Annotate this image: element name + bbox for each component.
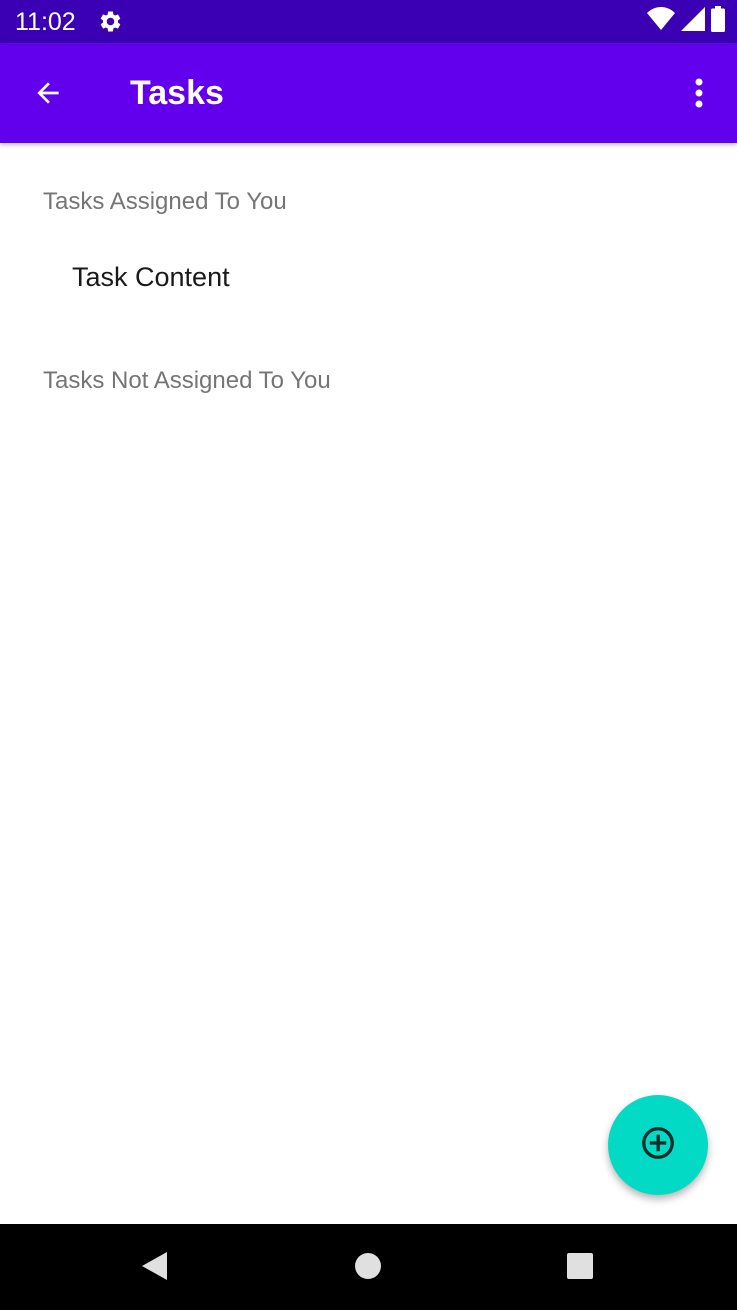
arrow-back-icon (32, 77, 64, 114)
tasks-screen: 11:02 Tasks Tasks Assigned To You Task C… (0, 0, 737, 1310)
nav-recents-icon (566, 1252, 594, 1285)
nav-home-icon (354, 1252, 382, 1285)
section-header-assigned: Tasks Assigned To You (43, 188, 287, 215)
settings-icon (98, 9, 123, 34)
back-button[interactable] (22, 69, 74, 121)
nav-back-button[interactable] (132, 1246, 176, 1290)
task-item[interactable]: Task Content (72, 260, 230, 294)
status-bar: 11:02 (0, 0, 737, 43)
add-circle-icon (640, 1125, 676, 1166)
battery-icon (711, 6, 725, 37)
page-title: Tasks (130, 74, 224, 112)
section-header-not-assigned: Tasks Not Assigned To You (43, 367, 331, 394)
nav-home-button[interactable] (346, 1246, 390, 1290)
more-vert-icon (694, 78, 704, 113)
status-icons (647, 6, 725, 37)
cell-signal-icon (681, 7, 705, 36)
status-time: 11:02 (15, 8, 76, 36)
add-task-fab[interactable] (608, 1095, 708, 1195)
wifi-icon (647, 7, 675, 36)
more-options-button[interactable] (679, 69, 719, 121)
system-nav-bar (0, 1224, 737, 1310)
app-bar: Tasks (0, 43, 737, 143)
nav-back-icon (139, 1250, 169, 1287)
nav-recents-button[interactable] (558, 1246, 602, 1290)
